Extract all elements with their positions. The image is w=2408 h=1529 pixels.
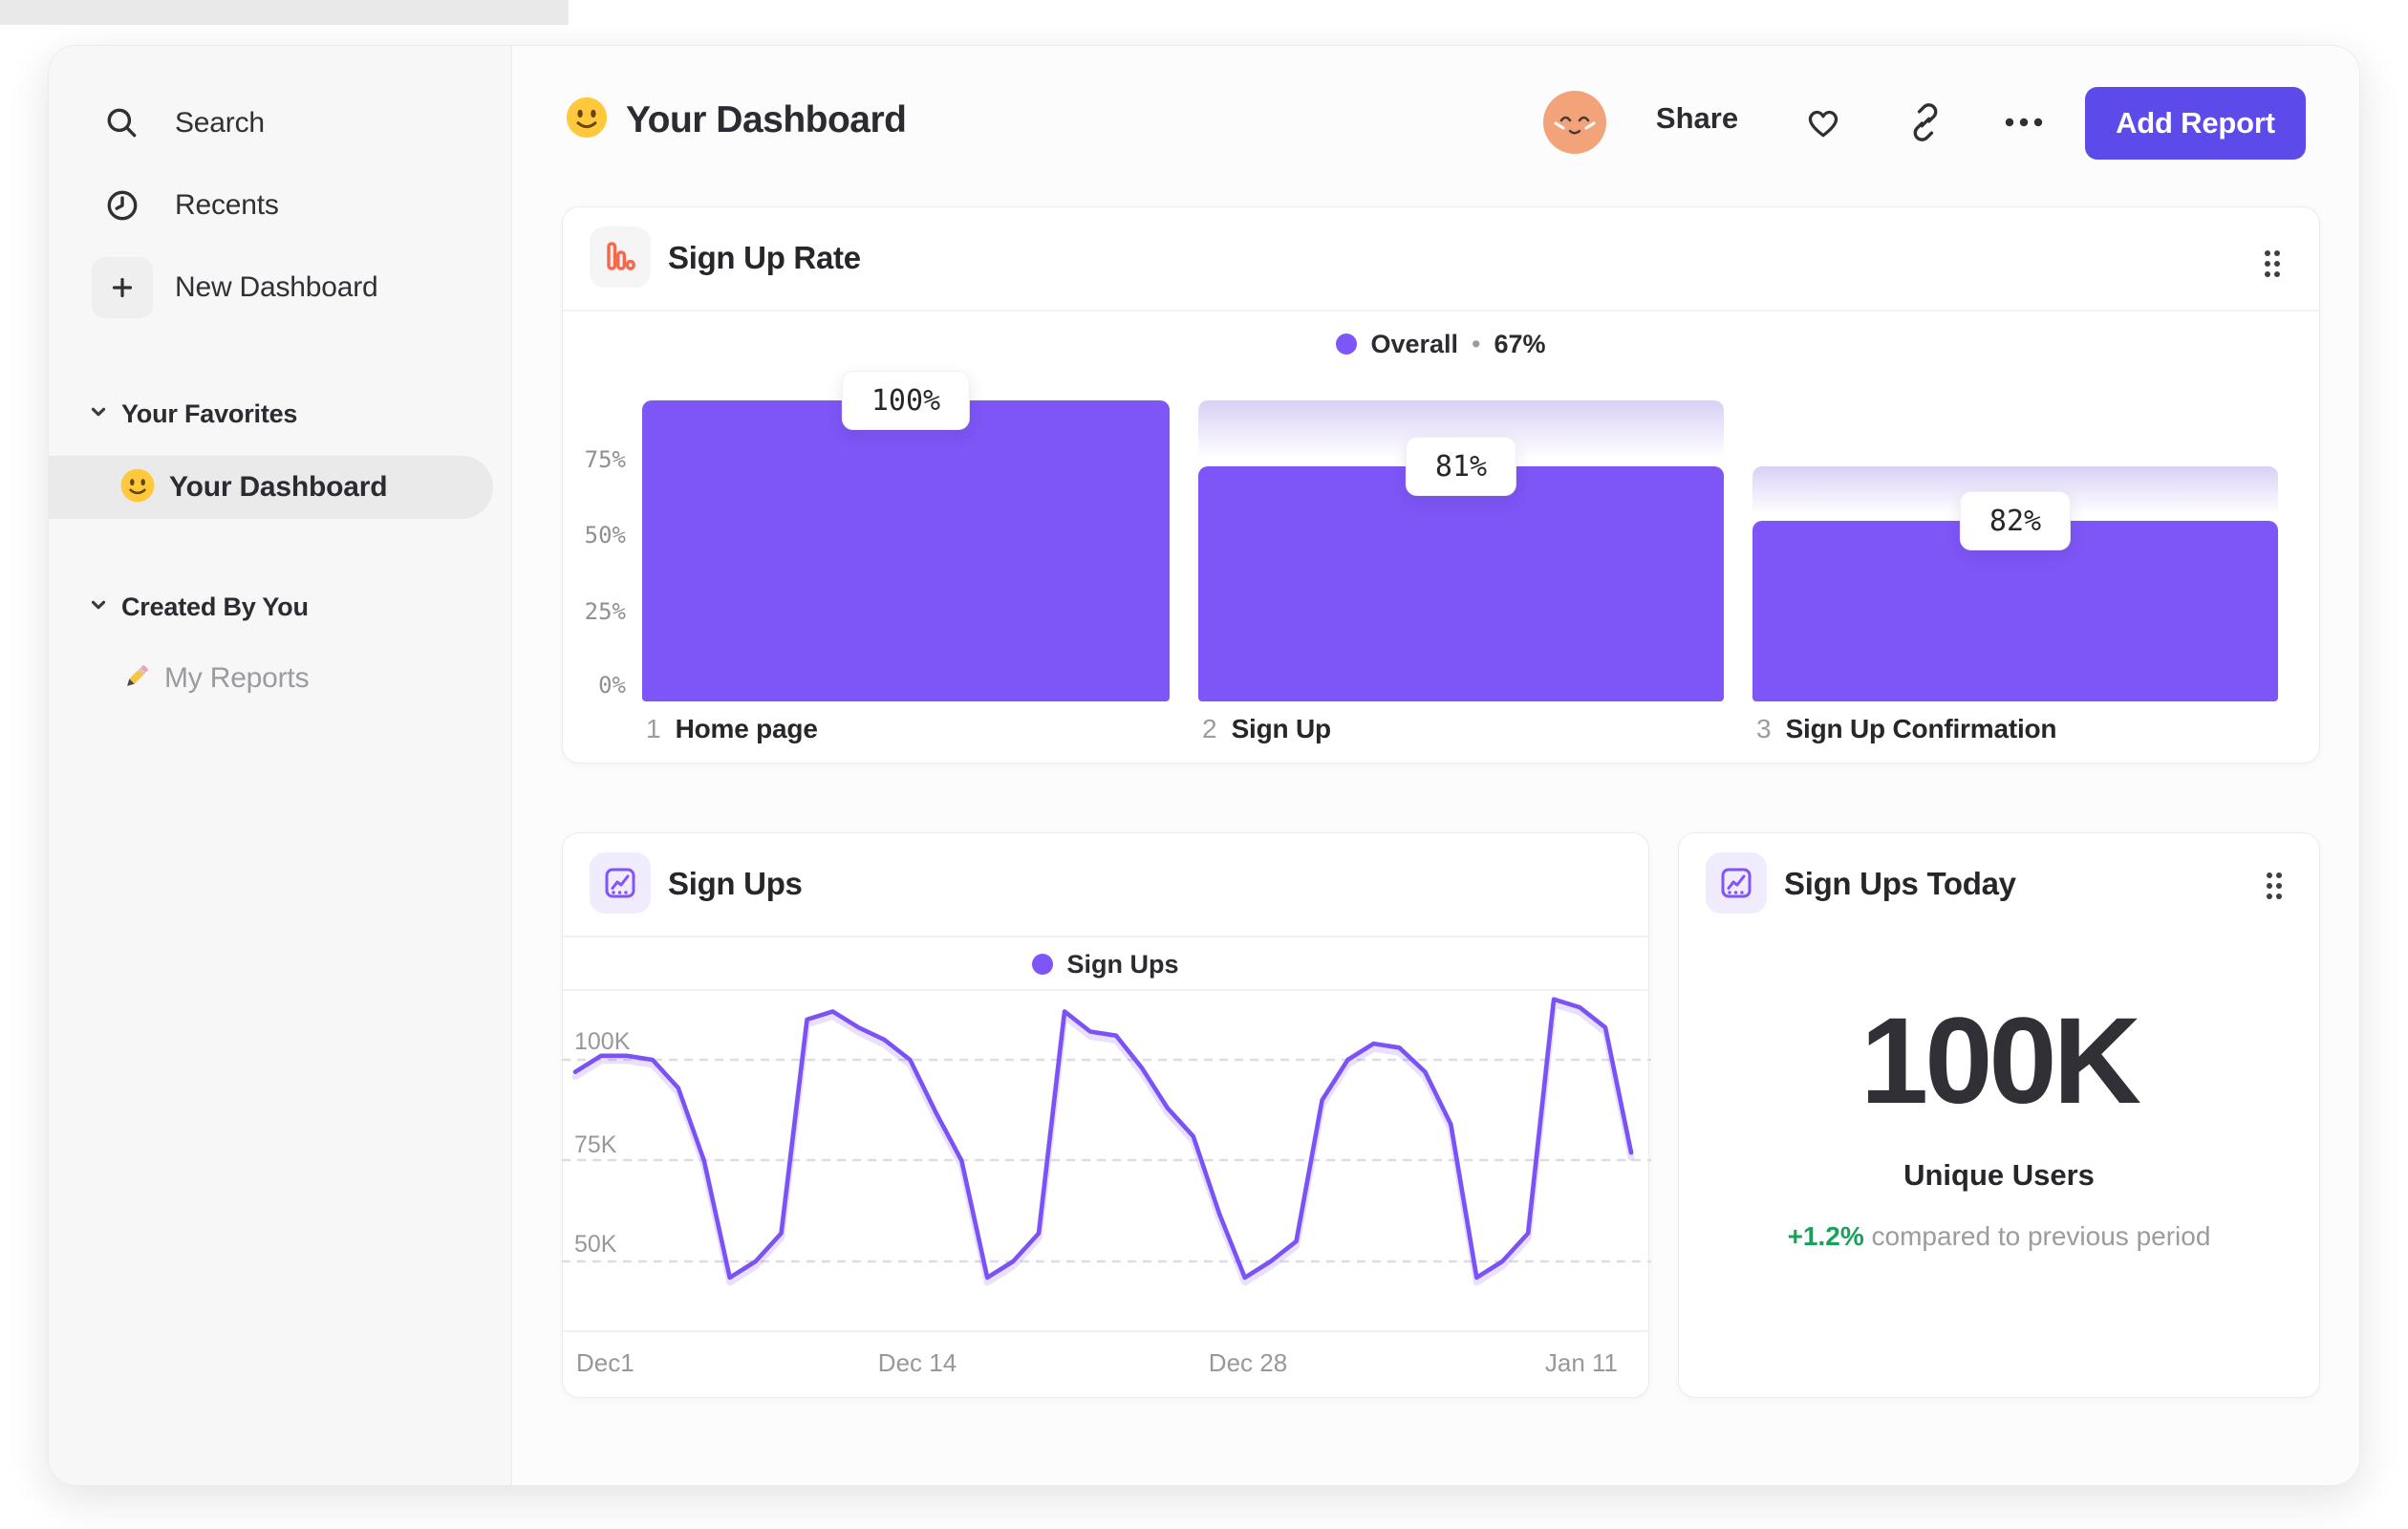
card-title: Sign Ups bbox=[668, 866, 803, 901]
funnel-legend[interactable]: Overall • 67% bbox=[563, 322, 2319, 366]
legend-series-label: Overall bbox=[1370, 329, 1459, 358]
sidebar-item-my-reports[interactable]: My Reports bbox=[119, 656, 310, 701]
clock-icon bbox=[92, 175, 153, 236]
funnel-bar-sign-up: 81% bbox=[1198, 400, 1724, 701]
x-axis-tick: Dec 14 bbox=[877, 1348, 957, 1377]
divider bbox=[563, 989, 1648, 991]
drag-handle-icon[interactable] bbox=[2264, 249, 2281, 283]
background-window-edge bbox=[0, 0, 569, 25]
y-axis-tick: 75% bbox=[584, 446, 626, 473]
app-window: Search Recents New Dashboard Your Favori… bbox=[48, 45, 2360, 1486]
divider bbox=[563, 936, 1648, 937]
smiley-emoji-icon bbox=[119, 467, 156, 508]
plus-icon bbox=[92, 257, 153, 318]
funnel-value-chip: 100% bbox=[841, 371, 971, 430]
card-sign-ups: Sign Ups Sign Ups 100K 75K 50K Dec1 Dec … bbox=[561, 832, 1652, 1398]
x-axis-line bbox=[563, 1330, 1648, 1332]
sidebar-item-label: Your Dashboard bbox=[169, 471, 388, 503]
delta-row: +1.2% compared to previous period bbox=[1679, 1221, 2319, 1252]
share-button[interactable]: Share bbox=[1645, 101, 1750, 136]
legend-overall-value: 67% bbox=[1494, 329, 1546, 358]
bar-chart-icon bbox=[590, 226, 651, 288]
card-title: Sign Up Rate bbox=[668, 240, 861, 275]
user-avatar[interactable] bbox=[1543, 91, 1606, 154]
smiley-emoji-icon bbox=[565, 96, 609, 144]
step-number: 3 bbox=[1756, 714, 1772, 743]
chevron-down-icon bbox=[89, 402, 108, 426]
funnel-step-label: 3 Sign Up Confirmation bbox=[1756, 714, 2057, 748]
section-label: Your Favorites bbox=[121, 398, 298, 428]
y-axis-tick: 75K bbox=[574, 1131, 617, 1158]
more-dots-icon[interactable] bbox=[2002, 100, 2046, 144]
y-axis-tick: 100K bbox=[574, 1028, 631, 1055]
drag-handle-icon[interactable] bbox=[2266, 872, 2283, 905]
series-line-shadow bbox=[571, 1001, 1635, 1286]
big-number-value: 100K bbox=[1860, 993, 2141, 1130]
delta-value: +1.2% bbox=[1787, 1221, 1864, 1251]
page-title: Your Dashboard bbox=[626, 98, 907, 140]
funnel-bar bbox=[1198, 466, 1724, 701]
section-label: Created By You bbox=[121, 592, 309, 621]
sidebar-section-created-by-you[interactable]: Created By You bbox=[89, 591, 309, 623]
legend-series-label: Sign Ups bbox=[1066, 949, 1179, 979]
sidebar-item-label: Search bbox=[175, 107, 265, 139]
sidebar-item-your-dashboard[interactable]: Your Dashboard bbox=[49, 456, 493, 519]
big-number-metric: Unique Users bbox=[1903, 1158, 2095, 1192]
sidebar-item-search[interactable]: Search bbox=[92, 92, 265, 155]
line-chart-icon bbox=[1706, 852, 1767, 914]
funnel-value-chip: 81% bbox=[1405, 437, 1517, 497]
x-axis-tick: Jan 11 bbox=[1544, 1348, 1618, 1377]
add-report-button[interactable]: Add Report bbox=[2085, 87, 2306, 160]
search-icon bbox=[92, 93, 153, 154]
funnel-step-label: 1 Home page bbox=[646, 714, 818, 748]
sidebar-item-new-dashboard[interactable]: New Dashboard bbox=[92, 256, 378, 319]
main-content: Your Dashboard Share Add Report Sign Up … bbox=[512, 46, 2359, 1485]
sidebar-item-label: New Dashboard bbox=[175, 271, 378, 303]
y-axis-tick: 50K bbox=[574, 1231, 617, 1258]
sidebar-item-label: My Reports bbox=[164, 662, 310, 694]
sign-ups-line-chart bbox=[561, 997, 1652, 1286]
step-name: Sign Up Confirmation bbox=[1785, 714, 2057, 743]
favorite-heart-icon[interactable] bbox=[1801, 100, 1845, 144]
card-sign-ups-today: Sign Ups Today 100K Unique Users +1.2% c… bbox=[1678, 832, 2320, 1398]
step-name: Sign Up bbox=[1231, 714, 1332, 743]
funnel-bar bbox=[642, 400, 1170, 701]
funnel-bar-sign-up-confirmation: 82% bbox=[1752, 400, 2278, 701]
funnel-value-chip: 82% bbox=[1959, 491, 2072, 550]
step-number: 2 bbox=[1202, 714, 1217, 743]
card-sign-up-rate: Sign Up Rate Overall • 67% 75% 50% 25% 0… bbox=[562, 206, 2320, 764]
sidebar-item-label: Recents bbox=[175, 189, 279, 221]
step-number: 1 bbox=[646, 714, 661, 743]
pencil-emoji-icon bbox=[119, 659, 154, 699]
sidebar-section-your-favorites[interactable]: Your Favorites bbox=[89, 398, 297, 430]
legend-separator: • bbox=[1472, 329, 1481, 358]
x-axis-tick: Dec1 bbox=[576, 1348, 634, 1377]
line-legend[interactable]: Sign Ups bbox=[563, 940, 1648, 988]
sidebar-item-recents[interactable]: Recents bbox=[92, 174, 279, 237]
screen: Search Recents New Dashboard Your Favori… bbox=[0, 0, 2408, 1529]
funnel-step-label: 2 Sign Up bbox=[1202, 714, 1331, 748]
y-axis-tick: 0% bbox=[598, 672, 626, 699]
line-chart-icon bbox=[590, 852, 651, 914]
page-title-group: Your Dashboard bbox=[565, 96, 907, 144]
page-header: Your Dashboard Share Add Report bbox=[512, 46, 2359, 199]
sidebar: Search Recents New Dashboard Your Favori… bbox=[49, 46, 512, 1485]
x-axis-tick: Dec 28 bbox=[1208, 1348, 1288, 1377]
y-axis-tick: 25% bbox=[584, 598, 626, 625]
card-title: Sign Ups Today bbox=[1784, 866, 2016, 901]
delta-note: compared to previous period bbox=[1871, 1221, 2211, 1251]
step-name: Home page bbox=[675, 714, 818, 743]
divider bbox=[563, 310, 2319, 312]
chevron-down-icon bbox=[89, 595, 108, 619]
legend-dot bbox=[1032, 954, 1054, 975]
legend-dot bbox=[1336, 334, 1358, 355]
copy-link-icon[interactable] bbox=[1903, 100, 1947, 144]
funnel-bar-home-page: 100% bbox=[642, 371, 1170, 701]
y-axis-tick: 50% bbox=[584, 522, 626, 549]
